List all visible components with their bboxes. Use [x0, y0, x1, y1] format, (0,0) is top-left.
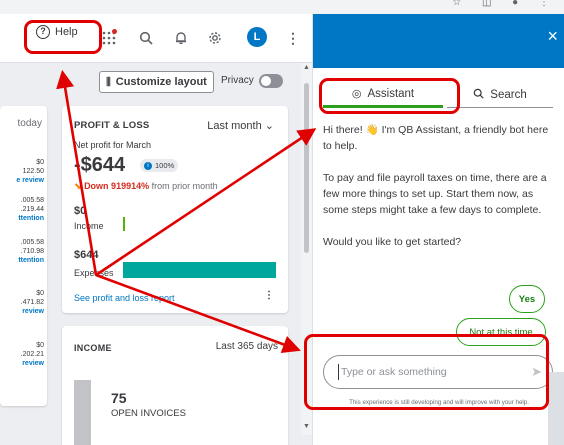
browser-icons[interactable]: ☆ ◫ ● ⋮: [452, 0, 558, 8]
toggle-knob: [261, 76, 271, 86]
browser-toolbar: ☆ ◫ ● ⋮: [0, 0, 564, 14]
bell-icon[interactable]: [171, 28, 191, 48]
apps-icon[interactable]: [99, 28, 119, 48]
tab-search[interactable]: Search: [447, 82, 553, 108]
left-card-value: $0: [36, 342, 44, 349]
background-window-edge: [548, 372, 564, 445]
pl-change: ⬊ Down 919914% from prior month: [74, 181, 218, 192]
open-invoices-count: 75: [111, 390, 127, 406]
dashboard: ⫼ Customize layout Privacy today $0 122.5…: [0, 63, 312, 445]
open-invoices-bar[interactable]: [74, 380, 91, 445]
yes-button[interactable]: Yes: [509, 285, 545, 313]
expenses-label: Expenses: [74, 268, 114, 278]
annotation-box-help: [24, 20, 102, 54]
income-value: $0: [74, 205, 87, 217]
income-period: Last 365 days: [215, 341, 278, 352]
left-card-value: $0: [36, 290, 44, 297]
search-icon[interactable]: [136, 28, 156, 48]
close-icon[interactable]: ×: [547, 26, 558, 46]
screenshot-stage: { "browser": {"icons": ["star-icon","ext…: [0, 0, 564, 445]
tab-search-label: Search: [490, 88, 527, 101]
left-card-value: .471.82: [20, 299, 44, 306]
gear-icon[interactable]: [205, 28, 225, 48]
chat-messages: Hi there! 👋 I'm QB Assistant, a friendly…: [323, 122, 555, 266]
annotation-box-assistant-tab: [319, 78, 460, 114]
expenses-value: $644: [74, 249, 99, 261]
pl-period-label: Last month: [207, 120, 262, 132]
pl-change-text: from prior month: [149, 181, 218, 191]
scrollbar-thumb[interactable]: [304, 83, 309, 253]
left-card-value: .219.44: [20, 206, 44, 213]
info-icon: i: [144, 161, 152, 170]
open-invoices-label: OPEN INVOICES: [111, 408, 186, 419]
left-card-value: .005.58: [20, 197, 44, 204]
left-card-link[interactable]: e review: [16, 176, 44, 185]
pl-badge-label: 100%: [155, 161, 175, 170]
expenses-bar[interactable]: [123, 262, 276, 278]
more-vertical-icon[interactable]: ⋮: [283, 28, 303, 48]
pl-subtitle: Net profit for March: [74, 140, 152, 150]
scroll-down-icon[interactable]: ▼: [303, 423, 310, 430]
notification-dot: [112, 29, 117, 34]
avatar[interactable]: L: [247, 27, 267, 47]
left-summary-card: today $0 122.50 e review .005.58.219.44 tten…: [0, 106, 47, 406]
income-bar[interactable]: [123, 217, 125, 231]
chat-message: To pay and file payroll taxes on time, t…: [323, 172, 547, 216]
pl-title: PROFIT & LOSS: [74, 120, 150, 131]
left-card-link[interactable]: review: [22, 307, 44, 316]
left-card-value: .202.21: [20, 351, 44, 358]
pl-net-amount: -$644: [74, 154, 126, 176]
left-card-link[interactable]: review: [22, 359, 44, 368]
customize-layout-label: Customize layout: [115, 76, 207, 88]
left-card-value: $0: [36, 159, 44, 166]
profit-loss-card: PROFIT & LOSS Last month ⌄ Net profit fo…: [62, 106, 288, 313]
left-card-period: today: [17, 118, 42, 129]
left-card-link[interactable]: ttention: [18, 256, 44, 265]
chat-message: Hi there! 👋 I'm QB Assistant, a friendly…: [323, 124, 549, 152]
pl-report-link[interactable]: See profit and loss report: [74, 293, 175, 303]
pl-period-dropdown[interactable]: Last month ⌄: [207, 119, 274, 132]
left-card-value: .005.58: [20, 239, 44, 246]
scroll-up-icon[interactable]: ▲: [303, 64, 310, 71]
sliders-icon: ⫼: [106, 76, 111, 88]
down-arrow-icon: ⬊: [74, 181, 82, 191]
privacy-toggle[interactable]: [259, 74, 283, 88]
left-card-link[interactable]: ttention: [18, 214, 44, 223]
income-card: INCOME Last 365 days 75 OPEN INVOICES: [62, 326, 288, 445]
left-card-value: 122.50: [22, 168, 44, 175]
annotation-box-chat-input: [304, 334, 549, 410]
chevron-down-icon: ⌄: [264, 120, 274, 132]
chat-message: Would you like to get started?: [323, 236, 462, 248]
pl-badge: i 100%: [140, 159, 179, 172]
income-label: Income: [74, 221, 104, 231]
income-title: INCOME: [74, 343, 112, 353]
pl-change-amount: Down 919914%: [84, 181, 150, 191]
left-card-value: .710.98: [20, 248, 44, 255]
search-icon: [473, 88, 484, 102]
customize-layout-button[interactable]: ⫼ Customize layout: [99, 71, 214, 93]
privacy-label: Privacy: [221, 75, 254, 86]
more-vertical-icon[interactable]: ⋮: [264, 290, 274, 301]
panel-header: ×: [313, 14, 564, 68]
